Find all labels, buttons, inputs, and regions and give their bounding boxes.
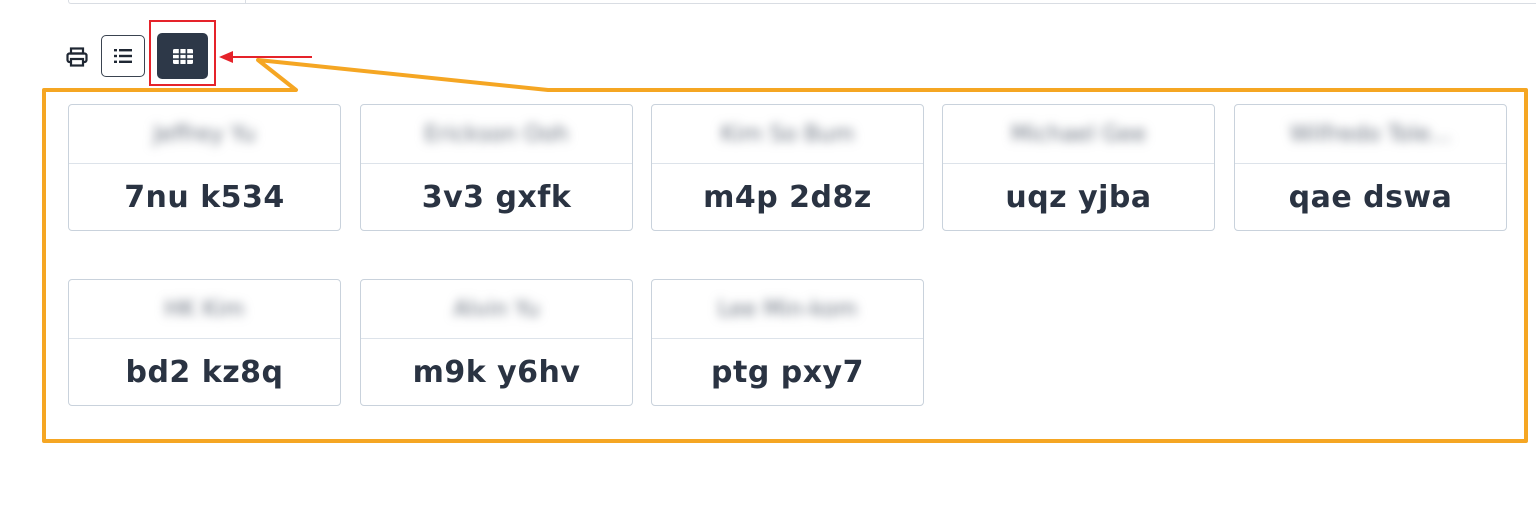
card-code: qae dswa <box>1288 179 1453 215</box>
card-code: uqz yjba <box>1005 179 1152 215</box>
card-name: Michael Gee <box>1010 121 1147 147</box>
list-icon <box>114 49 132 63</box>
card-name: Erickson Ooh <box>424 121 569 147</box>
card-code: m4p 2d8z <box>703 179 872 215</box>
card-name: Wilfredo Tole... <box>1289 121 1452 147</box>
list-view-button[interactable] <box>101 35 145 77</box>
grid-view-button[interactable] <box>157 33 208 79</box>
card-code: 7nu k534 <box>124 179 285 215</box>
annotation-overlay <box>42 51 1528 443</box>
card-name-area: Kim So Bum <box>652 105 923 164</box>
card-name: Jeffrey Yu <box>153 121 256 147</box>
card-code: bd2 kz8q <box>125 354 284 390</box>
card[interactable]: Kim So Bum m4p 2d8z <box>651 104 924 231</box>
card-name-area: Erickson Ooh <box>361 105 632 164</box>
card-name: Kim So Bum <box>720 121 855 147</box>
card[interactable]: HK Kim bd2 kz8q <box>68 279 341 406</box>
card-name-area: Jeffrey Yu <box>69 105 340 164</box>
print-button[interactable] <box>66 45 88 69</box>
pointer-arrow-head <box>219 51 233 63</box>
card-code: 3v3 gxfk <box>421 179 572 215</box>
card-name: HK Kim <box>164 296 245 322</box>
card-name: Lee Min-kom <box>717 296 858 322</box>
card-name: Alvin Yu <box>453 296 540 322</box>
card-name-area: Michael Gee <box>943 105 1214 164</box>
card[interactable]: Jeffrey Yu 7nu k534 <box>68 104 341 231</box>
top-panel-edge <box>68 0 1536 4</box>
card-name-area: HK Kim <box>69 280 340 339</box>
card[interactable]: Wilfredo Tole... qae dswa <box>1234 104 1507 231</box>
card-code: m9k y6hv <box>412 354 581 390</box>
card-name-area: Wilfredo Tole... <box>1235 105 1506 164</box>
card[interactable]: Michael Gee uqz yjba <box>942 104 1215 231</box>
card[interactable]: Erickson Ooh 3v3 gxfk <box>360 104 633 231</box>
card-code: ptg pxy7 <box>711 354 864 390</box>
card[interactable]: Alvin Yu m9k y6hv <box>360 279 633 406</box>
card-name-area: Lee Min-kom <box>652 280 923 339</box>
grid-icon <box>172 48 193 64</box>
card-name-area: Alvin Yu <box>361 280 632 339</box>
printer-icon <box>66 47 88 67</box>
card[interactable]: Lee Min-kom ptg pxy7 <box>651 279 924 406</box>
top-panel-divider <box>245 0 246 4</box>
